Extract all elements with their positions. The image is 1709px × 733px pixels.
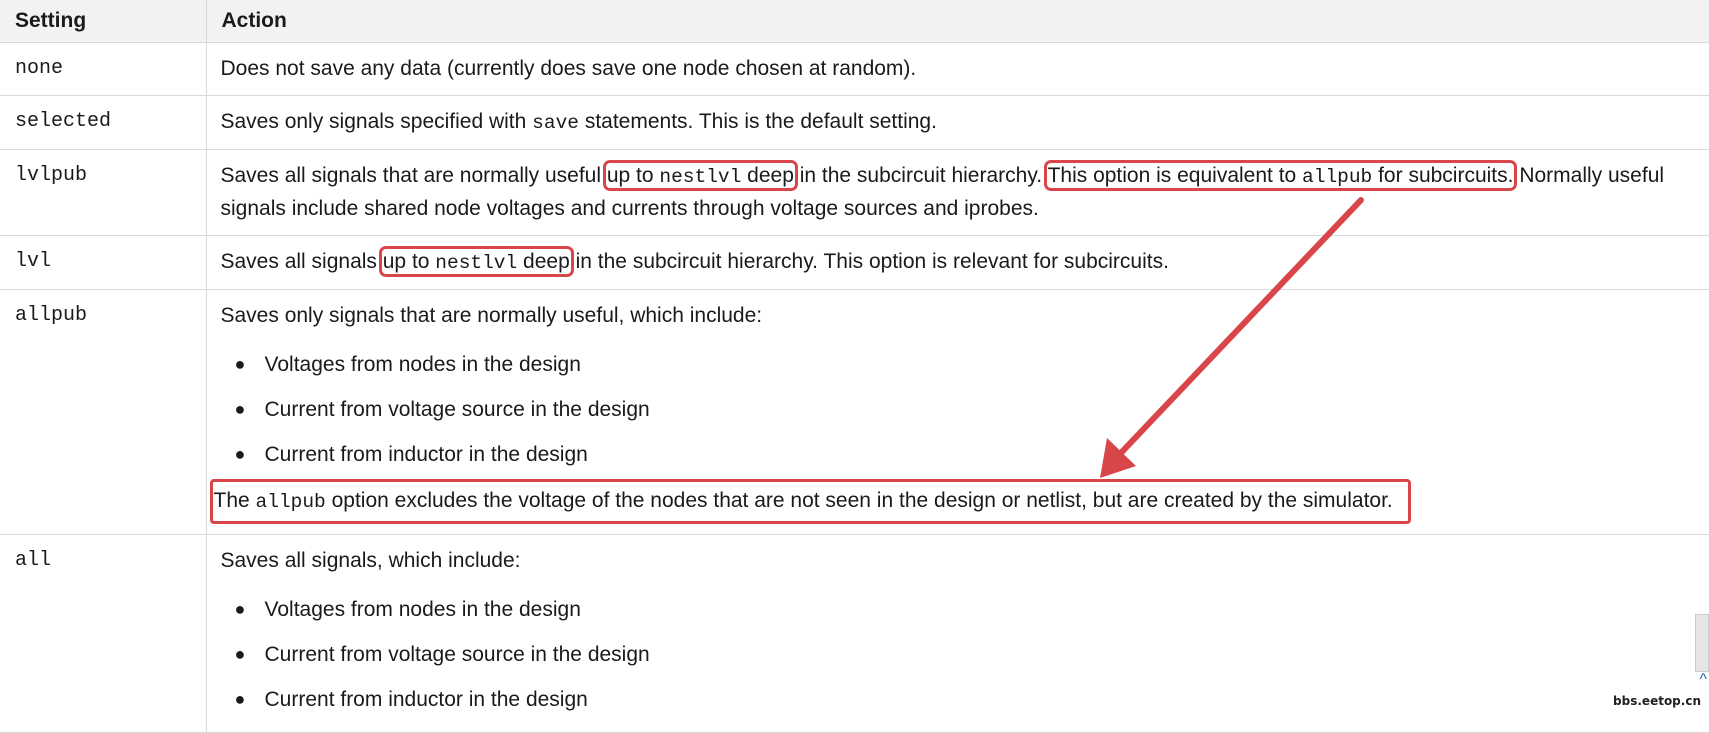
list-item: ● Current from inductor in the design — [235, 432, 1701, 477]
action-text: Saves only signals specified with — [220, 110, 533, 133]
action-text: Saves all signals that are normally usef… — [220, 164, 607, 187]
bullet-icon: ● — [234, 644, 246, 664]
action-text: Saves all signals — [220, 250, 383, 273]
bullet-icon: ● — [234, 444, 246, 464]
code-allpub: allpub — [1302, 166, 1373, 188]
save-options-table: Setting Action none Does not save any da… — [0, 0, 1709, 733]
table-row-all: all Saves all signals, which include: ● V… — [0, 534, 1709, 733]
highlight-box-depth: up to nestlvl deep — [602, 160, 798, 191]
table-row-selected: selected Saves only signals specified wi… — [0, 95, 1709, 150]
list-item: ● Voltages from nodes in the design — [235, 587, 1701, 632]
setting-cell: allpub — [0, 289, 207, 535]
highlight-box-depth: up to nestlvl deep — [378, 246, 574, 277]
signal-list: ● Voltages from nodes in the design ● Curr… — [221, 342, 1701, 477]
bullet-icon: ● — [234, 599, 246, 619]
action-text: in the subcircuit hierarchy. — [793, 164, 1048, 187]
setting-cell: all — [0, 534, 207, 733]
code-allpub: allpub — [255, 491, 326, 513]
table-row-lvl: lvl Saves all signals up to nestlvl deep… — [0, 235, 1709, 290]
table-row-lvlpub: lvlpub Saves all signals that are normal… — [0, 149, 1709, 236]
action-cell: Saves only signals specified with save s… — [206, 95, 1709, 150]
header-setting: Setting — [0, 0, 207, 43]
action-cell: Saves all signals, which include: ● Volta… — [206, 534, 1709, 733]
action-intro: Saves all signals, which include: — [220, 549, 521, 572]
table-row-none: none Does not save any data (currently d… — [0, 42, 1709, 96]
code-nestlvl: nestlvl — [435, 252, 518, 274]
action-text: in the subcircuit hierarchy. This option… — [569, 250, 1169, 273]
action-text: statements. This is the default setting. — [578, 110, 937, 133]
list-item: ● Voltages from nodes in the design — [235, 342, 1701, 387]
action-text: Does not save any data (currently does s… — [220, 57, 917, 80]
setting-cell: none — [0, 42, 207, 96]
action-cell: Saves all signals up to nestlvl deep in … — [206, 235, 1709, 290]
highlight-box-exclusion-note: The allpub option excludes the voltage o… — [209, 479, 1411, 524]
action-cell: Saves all signals that are normally usef… — [206, 149, 1709, 236]
list-item: ● Current from voltage source in the desi… — [235, 387, 1701, 432]
bullet-icon: ● — [234, 354, 246, 374]
setting-cell: lvlpub — [0, 149, 207, 236]
action-cell: Does not save any data (currently does s… — [206, 42, 1709, 96]
setting-cell: lvl — [0, 235, 207, 290]
action-cell: Saves only signals that are normally use… — [206, 289, 1709, 535]
table-header-row: Setting Action — [0, 0, 1709, 43]
list-item: ● Current from inductor in the design — [235, 677, 1701, 722]
code-save: save — [532, 112, 579, 134]
bullet-icon: ● — [234, 689, 246, 709]
header-action: Action — [206, 0, 1709, 43]
action-intro: Saves only signals that are normally use… — [220, 304, 763, 327]
bullet-icon: ● — [234, 399, 246, 419]
code-nestlvl: nestlvl — [659, 166, 742, 188]
highlight-box-equivalent: This option is equivalent to allpub for … — [1043, 160, 1518, 191]
watermark-text: bbs.eetop.cn — [1613, 694, 1701, 708]
setting-cell: selected — [0, 95, 207, 150]
scrollbar-thumb[interactable] — [1695, 614, 1709, 672]
table-row-allpub: allpub Saves only signals that are norma… — [0, 289, 1709, 535]
scroll-up-icon[interactable]: ^ — [1699, 672, 1707, 688]
signal-list: ● Voltages from nodes in the design ● Curr… — [221, 587, 1701, 722]
list-item: ● Current from voltage source in the desi… — [235, 632, 1701, 677]
